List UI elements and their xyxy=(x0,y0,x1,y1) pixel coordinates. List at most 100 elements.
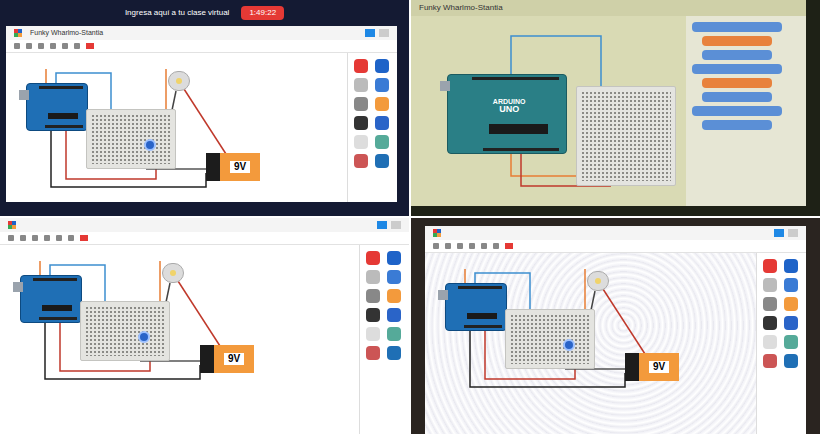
breadboard[interactable] xyxy=(576,86,676,186)
tool-icon[interactable] xyxy=(50,43,56,49)
component-thumbnail[interactable] xyxy=(366,346,380,360)
component-thumbnail[interactable] xyxy=(387,346,401,360)
tool-icon[interactable] xyxy=(8,235,14,241)
code-block[interactable] xyxy=(702,92,772,102)
component-thumbnail[interactable] xyxy=(354,154,368,168)
battery-label: 9V xyxy=(649,361,669,374)
tool-icon[interactable] xyxy=(74,43,80,49)
component-thumbnail[interactable] xyxy=(354,116,368,130)
battery[interactable]: 9V xyxy=(200,345,254,373)
component-thumbnail[interactable] xyxy=(784,297,798,311)
view-button[interactable] xyxy=(788,229,798,237)
component-thumbnail[interactable] xyxy=(784,259,798,273)
component-thumbnail[interactable] xyxy=(784,335,798,349)
tool-icon[interactable] xyxy=(62,43,68,49)
tool-icon[interactable] xyxy=(44,235,50,241)
component-thumbnail[interactable] xyxy=(354,78,368,92)
component-thumbnail[interactable] xyxy=(763,278,777,292)
component-thumbnail[interactable] xyxy=(387,308,401,322)
canvas[interactable]: 9V xyxy=(0,245,359,434)
component-thumbnail[interactable] xyxy=(375,154,389,168)
code-block[interactable] xyxy=(702,78,772,88)
view-button[interactable] xyxy=(365,29,375,37)
component-thumbnail[interactable] xyxy=(354,59,368,73)
component-thumbnail[interactable] xyxy=(354,135,368,149)
component-thumbnail[interactable] xyxy=(387,289,401,303)
tool-icon[interactable] xyxy=(20,235,26,241)
component-thumbnail[interactable] xyxy=(387,327,401,341)
tool-icon[interactable] xyxy=(433,243,439,249)
component-thumbnail[interactable] xyxy=(366,251,380,265)
battery[interactable]: 9V xyxy=(206,153,260,181)
code-block[interactable] xyxy=(692,64,782,74)
screen: 9V xyxy=(425,226,806,434)
breadboard[interactable] xyxy=(80,301,170,361)
code-block[interactable] xyxy=(702,120,772,130)
component-thumbnail[interactable] xyxy=(763,297,777,311)
component-thumbnail[interactable] xyxy=(366,289,380,303)
component-thumbnail[interactable] xyxy=(387,251,401,265)
dc-motor[interactable] xyxy=(587,271,609,291)
tool-icon[interactable] xyxy=(32,235,38,241)
view-button[interactable] xyxy=(391,221,401,229)
arduino-board[interactable] xyxy=(20,275,82,323)
tool-icon[interactable] xyxy=(56,235,62,241)
tool-icon[interactable] xyxy=(457,243,463,249)
view-button[interactable] xyxy=(774,229,784,237)
component-thumbnail[interactable] xyxy=(763,316,777,330)
code-block[interactable] xyxy=(702,50,772,60)
potentiometer[interactable] xyxy=(144,139,156,151)
potentiometer[interactable] xyxy=(138,331,150,343)
canvas[interactable]: ARDUINOUNO xyxy=(411,16,686,206)
component-thumbnail[interactable] xyxy=(763,354,777,368)
view-button[interactable] xyxy=(377,221,387,229)
battery[interactable]: 9V xyxy=(625,353,679,381)
tool-icon[interactable] xyxy=(26,43,32,49)
usb-port xyxy=(13,282,23,292)
component-thumbnail[interactable] xyxy=(784,316,798,330)
component-thumbnail[interactable] xyxy=(375,78,389,92)
meeting-button[interactable]: 1:49:22 xyxy=(241,6,284,20)
code-block[interactable] xyxy=(692,22,782,32)
dc-motor[interactable] xyxy=(168,71,190,91)
component-thumbnail[interactable] xyxy=(763,259,777,273)
component-thumbnail[interactable] xyxy=(354,97,368,111)
tool-icon[interactable] xyxy=(469,243,475,249)
tool-icon[interactable] xyxy=(68,235,74,241)
code-block[interactable] xyxy=(692,106,782,116)
component-thumbnail[interactable] xyxy=(366,327,380,341)
tinkercad-logo-icon xyxy=(14,29,22,37)
app-title: Funky Wharlmo-Stantia xyxy=(419,2,503,14)
code-block[interactable] xyxy=(702,36,772,46)
photo-panel: Funky Wharlmo-Stantia ARDUINOUNO xyxy=(411,0,820,216)
component-thumbnail[interactable] xyxy=(763,335,777,349)
canvas[interactable]: 9V xyxy=(425,253,756,434)
arduino-board[interactable]: ARDUINOUNO xyxy=(447,74,567,154)
tool-icon[interactable] xyxy=(38,43,44,49)
component-thumbnail[interactable] xyxy=(366,308,380,322)
component-thumbnail[interactable] xyxy=(784,354,798,368)
tool-icon[interactable] xyxy=(14,43,20,49)
component-thumbnail[interactable] xyxy=(784,278,798,292)
breadboard[interactable] xyxy=(86,109,176,169)
tool-icon[interactable] xyxy=(493,243,499,249)
component-thumbnail[interactable] xyxy=(375,59,389,73)
tool-icon[interactable] xyxy=(481,243,487,249)
component-thumbnail[interactable] xyxy=(366,270,380,284)
app-title: Funky Wharlmo-Stantia xyxy=(30,28,103,39)
canvas[interactable]: 9V xyxy=(6,53,347,202)
view-button[interactable] xyxy=(379,29,389,37)
component-thumbnail[interactable] xyxy=(375,135,389,149)
arduino-board[interactable] xyxy=(26,83,88,131)
arduino-board[interactable] xyxy=(445,283,507,331)
tool-icon[interactable] xyxy=(445,243,451,249)
potentiometer[interactable] xyxy=(563,339,575,351)
dc-motor[interactable] xyxy=(162,263,184,283)
component-thumbnail[interactable] xyxy=(375,97,389,111)
component-thumbnail[interactable] xyxy=(375,116,389,130)
color-icon[interactable] xyxy=(505,243,513,249)
component-thumbnail[interactable] xyxy=(387,270,401,284)
color-icon[interactable] xyxy=(80,235,88,241)
color-icon[interactable] xyxy=(86,43,94,49)
breadboard[interactable] xyxy=(505,309,595,369)
